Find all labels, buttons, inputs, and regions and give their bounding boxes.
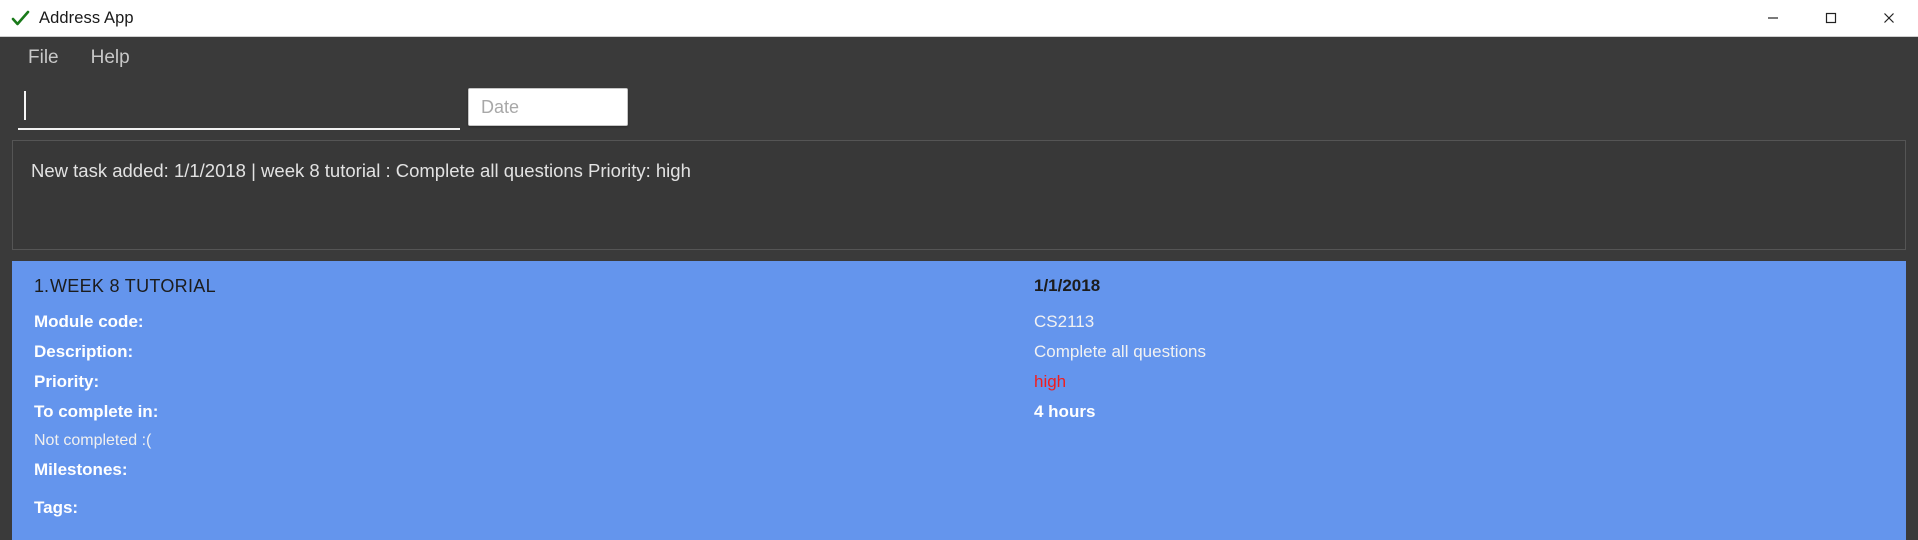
priority-value: high: [1034, 372, 1067, 391]
task-date: 1/1/2018: [1034, 276, 1101, 295]
completion-status: Not completed :(: [34, 432, 152, 449]
maximize-icon: [1825, 12, 1837, 24]
to-complete-in-value: 4 hours: [1034, 402, 1096, 421]
tags-label: Tags:: [34, 498, 79, 517]
app-title: Address App: [39, 8, 134, 27]
to-complete-in-label: To complete in:: [34, 402, 159, 421]
detail-row-to-complete-in: To complete in: 4 hours: [12, 397, 1906, 427]
log-panel: New task added: 1/1/2018 | week 8 tutori…: [12, 140, 1906, 250]
detail-row-tags: Tags:: [12, 493, 1906, 523]
command-row: [0, 79, 1918, 138]
menu-bar: File Help: [0, 37, 1918, 79]
milestones-label: Milestones:: [34, 460, 128, 479]
task-card-header: 1. WEEK 8 TUTORIAL 1/1/2018: [12, 271, 1906, 307]
menu-item-help[interactable]: Help: [77, 43, 144, 73]
maximize-button[interactable]: [1802, 0, 1860, 36]
close-button[interactable]: [1860, 0, 1918, 36]
detail-row-priority: Priority: high: [12, 367, 1906, 397]
detail-row-module-code: Module code: CS2113: [12, 307, 1906, 337]
priority-label: Priority:: [34, 372, 100, 391]
command-input[interactable]: [18, 90, 460, 121]
task-card[interactable]: 1. WEEK 8 TUTORIAL 1/1/2018 Module code:…: [12, 261, 1906, 540]
text-caret: [24, 91, 26, 120]
title-bar: Address App: [0, 0, 1918, 37]
detail-row-milestones: Milestones:: [12, 455, 1906, 485]
module-code-label: Module code:: [34, 312, 144, 331]
description-value: Complete all questions: [1034, 342, 1206, 361]
minimize-button[interactable]: [1744, 0, 1802, 36]
detail-row-status: Not completed :(: [12, 427, 1906, 455]
log-message: New task added: 1/1/2018 | week 8 tutori…: [31, 160, 691, 181]
date-picker: [468, 88, 628, 126]
task-list: 1. WEEK 8 TUTORIAL 1/1/2018 Module code:…: [0, 250, 1918, 540]
menu-item-file[interactable]: File: [14, 43, 73, 73]
application-window: Address App File Help Date New task adde…: [0, 0, 1918, 540]
description-label: Description:: [34, 342, 134, 361]
title-bar-left: Address App: [0, 9, 134, 28]
detail-row-description: Description: Complete all questions: [12, 337, 1906, 367]
minimize-icon: [1768, 17, 1778, 19]
date-input[interactable]: [469, 89, 627, 125]
close-icon: [1884, 13, 1894, 23]
command-input-wrapper: [18, 83, 460, 130]
module-code-value: CS2113: [1034, 312, 1095, 331]
task-index: 1.: [34, 276, 50, 296]
check-icon: [11, 9, 30, 28]
task-title: WEEK 8 TUTORIAL: [50, 276, 216, 296]
window-controls: [1744, 0, 1918, 36]
row-spacer: [12, 485, 1906, 493]
